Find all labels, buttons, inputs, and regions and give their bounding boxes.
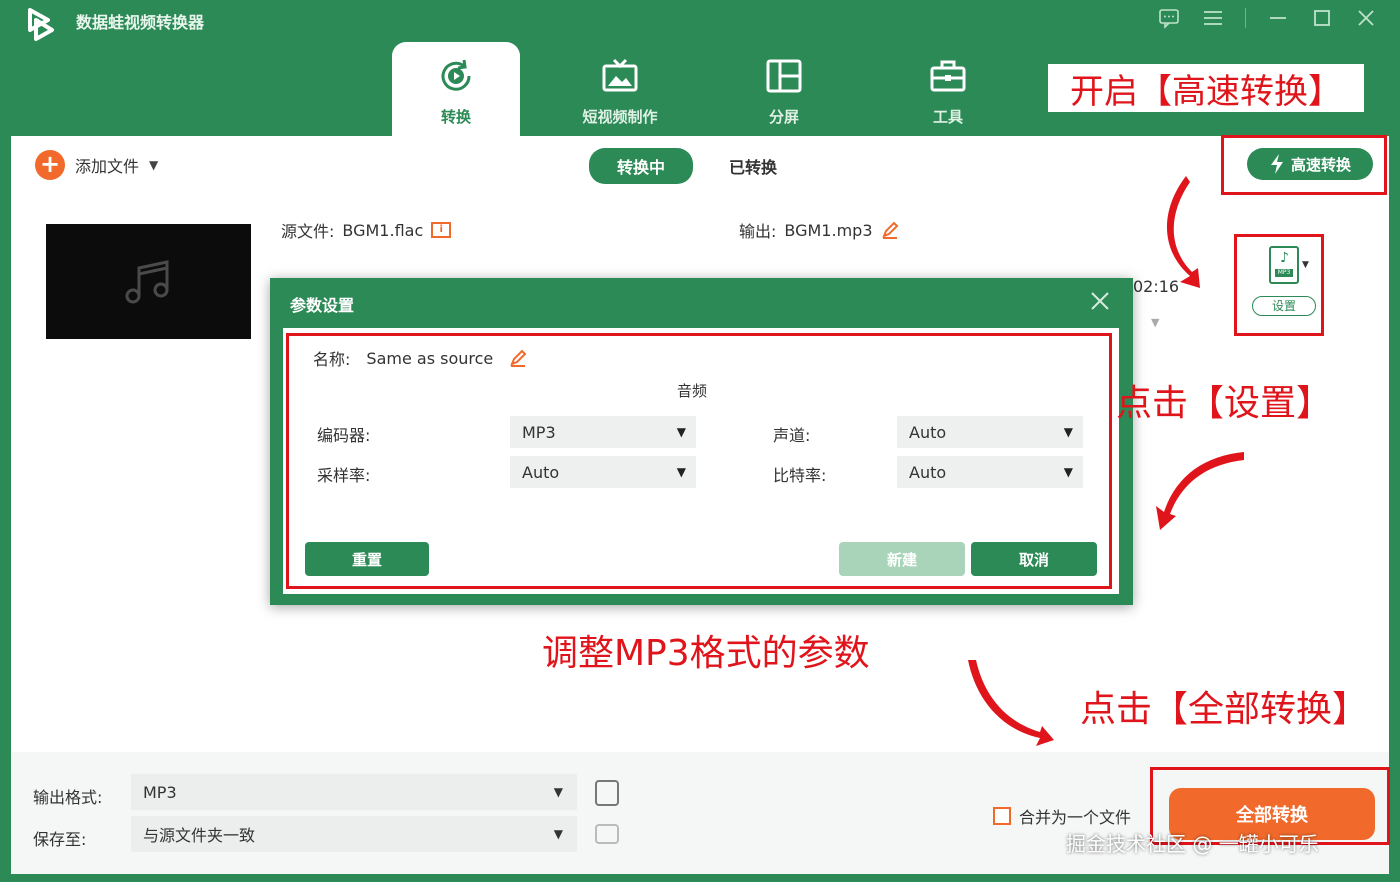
chevron-down-icon: ▼	[553, 785, 563, 799]
menu-icon[interactable]	[1201, 6, 1225, 30]
chevron-down-icon[interactable]: ▼	[149, 158, 158, 172]
folder-icon[interactable]	[595, 824, 619, 844]
source-label: 源文件:	[281, 222, 335, 241]
maximize-icon[interactable]	[1310, 6, 1334, 30]
chevron-down-icon: ▼	[553, 827, 563, 841]
plus-icon: +	[35, 150, 65, 180]
tv-icon	[602, 58, 638, 92]
annotation-click-convert-all: 点击【全部转换】	[1080, 689, 1369, 730]
output-format-value: MP3	[143, 782, 177, 802]
save-to-select[interactable]: 与源文件夹一致 ▼	[131, 816, 577, 852]
annotation-click-settings: 点击【设置】	[1116, 383, 1333, 424]
tab-converted[interactable]: 已转换	[729, 154, 777, 178]
checkbox[interactable]	[993, 807, 1011, 825]
add-file-label: 添加文件	[75, 157, 140, 176]
divider	[1245, 8, 1246, 28]
main-nav: 转换 短视频制作 分屏 工具	[392, 42, 1012, 137]
music-note-icon	[125, 259, 168, 303]
output-format-label: 输出格式:	[33, 788, 103, 807]
status-tabs: 转换中 已转换	[589, 148, 777, 184]
edit-icon[interactable]	[881, 221, 899, 239]
close-icon[interactable]	[1089, 290, 1111, 312]
annotation-enable-high-speed: 开启【高速转换】	[1048, 64, 1364, 112]
output-format-select[interactable]: MP3 ▼	[131, 774, 577, 810]
split-screen-icon	[766, 59, 802, 93]
chevron-down-icon[interactable]: ▼	[1151, 316, 1159, 329]
format-settings-icon[interactable]	[595, 780, 619, 806]
window-controls	[1157, 6, 1378, 30]
tab-label: 短视频制作	[582, 108, 658, 126]
source-file: 源文件: BGM1.flac i	[281, 218, 452, 242]
tab-convert[interactable]: 转换	[392, 42, 520, 137]
save-to-value: 与源文件夹一致	[143, 826, 256, 845]
highlight-high-speed	[1221, 135, 1387, 195]
save-to-label: 保存至:	[33, 830, 87, 849]
highlight-parameters	[286, 333, 1112, 589]
tab-label: 工具	[932, 108, 963, 126]
highlight-settings	[1234, 234, 1324, 336]
output-filename: BGM1.mp3	[784, 220, 873, 240]
tab-tools[interactable]: 工具	[884, 42, 1012, 137]
tab-split-screen[interactable]: 分屏	[720, 42, 848, 137]
tab-label: 转换	[440, 108, 471, 126]
merge-checkbox[interactable]: 合并为一个文件	[993, 804, 1131, 828]
info-icon[interactable]: i	[431, 222, 452, 238]
feedback-icon[interactable]	[1157, 6, 1181, 30]
close-icon[interactable]	[1354, 6, 1378, 30]
file-thumbnail	[46, 224, 251, 339]
annotation-adjust-mp3: 调整MP3格式的参数	[542, 633, 870, 674]
tab-short-video[interactable]: 短视频制作	[556, 42, 684, 137]
tab-label: 分屏	[768, 108, 799, 126]
watermark: 掘金技术社区 @ 一罐小可乐	[1066, 832, 1319, 856]
tab-converting[interactable]: 转换中	[589, 148, 694, 184]
app-logo-icon	[28, 8, 54, 41]
toolbox-icon	[930, 60, 966, 92]
output-label: 输出:	[739, 222, 777, 241]
duration: 02:16	[1133, 277, 1180, 296]
app-title: 数据蛙视频转换器	[76, 13, 205, 32]
add-file-button[interactable]: + 添加文件 ▼	[35, 150, 158, 180]
source-filename: BGM1.flac	[342, 220, 424, 240]
dialog-title: 参数设置	[290, 296, 355, 315]
merge-label: 合并为一个文件	[1019, 808, 1132, 827]
convert-icon	[441, 59, 471, 91]
minimize-icon[interactable]	[1266, 6, 1290, 30]
output-file: 输出: BGM1.mp3	[739, 218, 899, 242]
